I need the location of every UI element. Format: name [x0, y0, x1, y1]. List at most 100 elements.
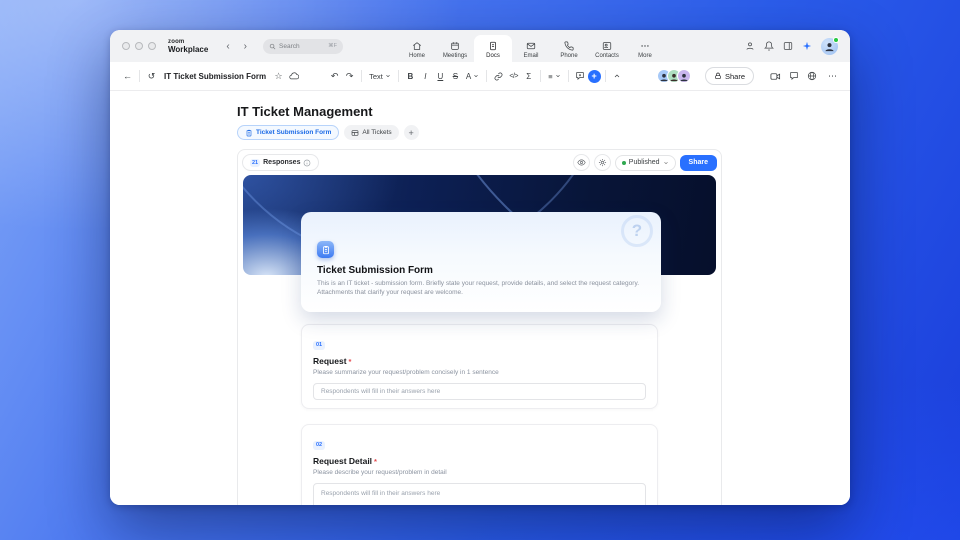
publish-status-dropdown[interactable]: Published	[615, 155, 676, 171]
eye-icon	[577, 158, 586, 167]
globe-icon[interactable]	[807, 71, 817, 81]
user-avatar[interactable]	[821, 38, 838, 55]
close-window-button[interactable]	[122, 42, 130, 50]
question-title: Request Detail*	[313, 456, 646, 466]
collaborator-avatar	[677, 69, 691, 83]
question-card-2: 02 Request Detail* Please describe your …	[301, 424, 658, 505]
search-input[interactable]	[279, 43, 317, 50]
calendar-icon	[450, 41, 460, 51]
undo-button[interactable]: ↶	[327, 67, 342, 85]
question-title: Request*	[313, 356, 646, 366]
maximize-window-button[interactable]	[148, 42, 156, 50]
doc-share-button[interactable]: Share	[705, 67, 754, 85]
form-header-card: ? Ticket Submission Form This is an IT t…	[301, 212, 661, 312]
question-hint: Please describe your request/problem in …	[313, 469, 646, 476]
desktop-background: zoom Workplace ‹ › ⌘F Home Meet	[0, 0, 960, 540]
strikethrough-button[interactable]: S	[448, 67, 463, 85]
mail-icon	[526, 41, 536, 51]
align-dropdown[interactable]: ≡	[545, 72, 563, 81]
ai-companion-icon[interactable]	[802, 41, 812, 51]
italic-button[interactable]: I	[418, 67, 433, 85]
titlebar: zoom Workplace ‹ › ⌘F Home Meet	[110, 30, 850, 62]
nav-item-meetings[interactable]: Meetings	[436, 34, 474, 62]
redo-button[interactable]: ↷	[342, 67, 357, 85]
online-status-dot	[833, 37, 839, 43]
side-panel-icon[interactable]	[783, 41, 793, 51]
insert-link-icon[interactable]	[491, 67, 506, 85]
equation-button[interactable]: Σ	[521, 67, 536, 85]
chat-icon[interactable]	[789, 71, 799, 81]
question-mark-decoration: ?	[621, 215, 653, 247]
zoom-workplace-logo: zoom Workplace	[168, 39, 208, 54]
form-share-button[interactable]: Share	[680, 155, 717, 171]
history-forward-button[interactable]: ›	[240, 41, 251, 52]
nav-item-phone[interactable]: Phone	[550, 34, 588, 62]
nav-item-home[interactable]: Home	[398, 34, 436, 62]
text-style-dropdown[interactable]: Text	[366, 72, 394, 81]
logo-zoom: zoom	[168, 39, 208, 45]
info-icon	[303, 159, 311, 167]
toolbar-more-icon[interactable]: ⋯	[825, 67, 840, 85]
bold-button[interactable]: B	[403, 67, 418, 85]
app-window: zoom Workplace ‹ › ⌘F Home Meet	[110, 30, 850, 505]
video-call-icon[interactable]	[770, 71, 781, 82]
insert-block-button[interactable]: +	[588, 70, 601, 83]
main-nav: Home Meetings Docs Email Phone	[398, 30, 664, 62]
form-block: 21 Responses Published	[237, 149, 722, 505]
collaborator-avatars[interactable]	[657, 69, 691, 83]
answer-textarea[interactable]	[313, 483, 646, 505]
docs-icon	[488, 41, 498, 51]
search-bar[interactable]: ⌘F	[263, 39, 343, 54]
add-comment-icon[interactable]	[573, 67, 588, 85]
nav-item-docs[interactable]: Docs	[474, 35, 512, 62]
profile-icon[interactable]	[745, 41, 755, 51]
nav-item-more[interactable]: More	[626, 34, 664, 62]
star-icon[interactable]: ☆	[271, 67, 286, 85]
underline-button[interactable]: U	[433, 67, 448, 85]
notifications-bell-icon[interactable]	[764, 41, 774, 51]
question-card-1: 01 Request* Please summarize your reques…	[301, 324, 658, 409]
nav-item-contacts[interactable]: Contacts	[588, 34, 626, 62]
nav-item-email[interactable]: Email	[512, 34, 550, 62]
chevron-down-icon	[473, 73, 479, 79]
required-asterisk: *	[349, 357, 352, 366]
doc-title: IT Ticket Submission Form	[164, 72, 266, 81]
document-toolbar: ← ↺ IT Ticket Submission Form ☆ ↶ ↷ Text…	[110, 62, 850, 91]
form-description: This is an IT ticket - submission form. …	[317, 279, 651, 297]
phone-icon	[564, 41, 574, 51]
doc-tabs: Ticket Submission Form All Tickets +	[237, 125, 722, 140]
answer-input[interactable]	[313, 383, 646, 400]
published-status-dot	[622, 161, 626, 165]
preview-button[interactable]	[573, 154, 590, 171]
doc-back-button[interactable]: ←	[120, 67, 135, 85]
question-number-badge: 02	[313, 441, 325, 450]
question-number-badge: 01	[313, 341, 325, 350]
text-color-dropdown[interactable]: A	[463, 72, 482, 81]
responses-toggle[interactable]: 21 Responses	[242, 154, 319, 171]
add-tab-button[interactable]: +	[404, 125, 419, 140]
window-controls	[122, 42, 156, 50]
question-hint: Please summarize your request/problem co…	[313, 369, 646, 376]
more-icon	[640, 41, 650, 51]
contacts-icon	[602, 41, 612, 51]
table-icon	[351, 129, 359, 137]
question-list: 01 Request* Please summarize your reques…	[238, 324, 721, 505]
page-title: IT Ticket Management	[237, 104, 722, 119]
tab-all-tickets[interactable]: All Tickets	[344, 125, 398, 140]
lock-icon	[714, 72, 722, 80]
form-app-icon	[317, 241, 334, 258]
version-history-icon[interactable]: ↺	[144, 67, 159, 85]
search-shortcut: ⌘F	[328, 43, 337, 49]
form-settings-button[interactable]	[594, 154, 611, 171]
tab-ticket-submission-form[interactable]: Ticket Submission Form	[237, 125, 339, 140]
cloud-sync-icon	[286, 67, 301, 85]
minimize-window-button[interactable]	[135, 42, 143, 50]
logo-workplace: Workplace	[168, 46, 208, 54]
responses-bar: 21 Responses Published	[238, 150, 721, 172]
collapse-toolbar-icon[interactable]	[610, 67, 625, 85]
search-icon	[269, 43, 276, 50]
code-block-button[interactable]: </>	[506, 67, 521, 85]
gear-icon	[598, 158, 607, 167]
history-back-button[interactable]: ‹	[222, 41, 233, 52]
document-canvas: IT Ticket Management Ticket Submission F…	[110, 91, 850, 505]
